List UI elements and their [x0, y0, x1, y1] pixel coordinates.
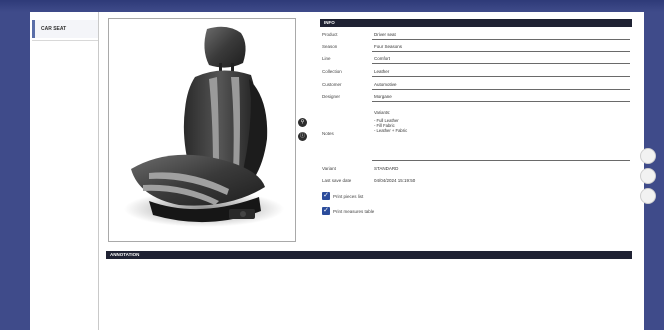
edge-tab-1[interactable]	[640, 148, 656, 164]
field-label: Product	[322, 32, 338, 37]
field-label: Last save date	[322, 178, 352, 183]
field-last-save-date: Last save date 04/04/2024 15:19:50	[322, 177, 634, 187]
zoom-icon[interactable]: ⚲	[298, 118, 307, 127]
field-label: Variant	[322, 166, 336, 171]
main-window: CAR SEAT ⚲ ⓘ INFO Product Driver seat Se…	[30, 12, 644, 330]
info-section-header: INFO	[320, 19, 632, 27]
field-variant: Variant STANDARD	[322, 165, 634, 175]
field-season: Season Four Seasons	[322, 43, 634, 53]
info-icon[interactable]: ⓘ	[298, 132, 307, 141]
annotation-field[interactable]	[106, 259, 632, 327]
variant-field[interactable]: STANDARD	[372, 165, 630, 174]
product-field[interactable]: Driver seat	[372, 31, 630, 40]
notes-field[interactable]: Variants: - Full Leather - Fill Fabric -…	[372, 109, 630, 161]
line-field[interactable]: Comfort	[372, 55, 630, 64]
last-save-date-value: 04/04/2024 15:19:50	[374, 178, 416, 183]
field-label: Season	[322, 44, 338, 49]
checkbox-label: Print pieces list	[333, 193, 364, 199]
info-header-label: INFO	[324, 20, 335, 25]
collection-field[interactable]: Leather	[372, 68, 630, 77]
sidebar-item-label: CAR SEAT	[41, 26, 67, 32]
top-strip	[0, 0, 664, 12]
car-seat-image	[124, 26, 284, 227]
sidebar-item-car-seat[interactable]: CAR SEAT	[32, 20, 98, 38]
field-label: Line	[322, 56, 331, 61]
field-label: Notes	[322, 131, 334, 136]
sidebar: CAR SEAT	[30, 12, 99, 330]
field-label: Designer	[322, 94, 341, 99]
edge-tab-3[interactable]	[640, 188, 656, 204]
designer-field[interactable]: Morgane	[372, 93, 630, 102]
annotation-header-label: ANNOTATION	[110, 252, 140, 257]
edge-tab-2[interactable]	[640, 168, 656, 184]
field-label: Collection	[322, 69, 342, 74]
field-line: Line Comfort	[322, 55, 634, 65]
product-image-panel	[108, 18, 296, 242]
field-product: Product Driver seat	[322, 31, 634, 41]
notes-line: - Leather + Fabric	[374, 128, 408, 133]
checkbox-label: Print measures table	[333, 208, 375, 214]
print-pieces-list-checkbox[interactable]: ✓	[322, 192, 330, 200]
app-frame: CAR SEAT ⚲ ⓘ INFO Product Driver seat Se…	[0, 0, 664, 330]
season-field[interactable]: Four Seasons	[372, 43, 630, 52]
annotation-section-header: ANNOTATION	[106, 251, 632, 259]
field-customer: Customer Automotive	[322, 81, 634, 91]
print-measures-table-checkbox[interactable]: ✓	[322, 207, 330, 215]
field-label: Customer	[322, 82, 342, 87]
notes-title: Variants:	[374, 110, 391, 115]
field-designer: Designer Morgane	[322, 93, 634, 103]
customer-field[interactable]: Automotive	[372, 81, 630, 90]
field-collection: Collection Leather	[322, 68, 634, 78]
sidebar-divider	[32, 40, 98, 41]
